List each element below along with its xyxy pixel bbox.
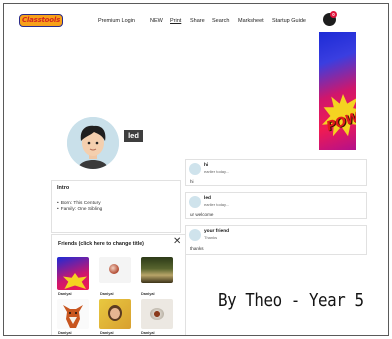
post-avatar: [189, 229, 201, 241]
profile-avatar[interactable]: [67, 117, 119, 169]
post-avatar: [189, 196, 201, 208]
nav-new[interactable]: NEW: [150, 18, 163, 24]
post-body: hi: [190, 179, 194, 184]
intro-list: Born: This Century Family: One Sibling: [57, 201, 103, 213]
nav-premium-login[interactable]: Premium Login: [98, 18, 135, 24]
profile-name: led: [124, 130, 143, 142]
avatar-illustration: [67, 117, 119, 169]
post-card[interactable]: led earlier today... ur welcome: [185, 192, 367, 219]
friend-photo-lollipop[interactable]: [99, 257, 131, 283]
post-time: earlier today...: [204, 202, 230, 207]
post-avatar: [189, 163, 201, 175]
top-navigation: Classtools Premium Login NEW Print Share…: [4, 4, 388, 28]
friend-photo-fox[interactable]: [57, 299, 89, 329]
friend-name[interactable]: Daniyal: [58, 331, 72, 335]
caption: By Theo - Year 5: [218, 290, 364, 311]
friend-photo-portrait[interactable]: [99, 299, 131, 329]
notification-badge: 0: [330, 11, 337, 18]
friends-title[interactable]: Friends (click here to change title): [58, 241, 144, 247]
friend-photo-bowl[interactable]: [141, 299, 173, 329]
friend-photo-forest[interactable]: [141, 257, 173, 283]
post-author[interactable]: your friend: [204, 229, 229, 234]
post-card[interactable]: hi earlier today... hi: [185, 159, 367, 186]
nav-print[interactable]: Print: [170, 18, 181, 24]
nav-share[interactable]: Share: [190, 18, 205, 24]
post-author[interactable]: hi: [204, 163, 208, 168]
intro-card: Intro Born: This Century Family: One Sib…: [51, 180, 181, 233]
post-body: thanks: [190, 246, 204, 251]
nav-startup-guide[interactable]: Startup Guide: [272, 18, 306, 24]
post-time: Thanks: [204, 235, 218, 240]
post-time: earlier today...: [204, 169, 230, 174]
close-icon[interactable]: ✕: [173, 236, 181, 248]
screenshot-frame: Classtools Premium Login NEW Print Share…: [3, 3, 389, 336]
post-body: ur welcome: [190, 212, 214, 217]
post-card[interactable]: your friend Thanks thanks: [185, 225, 367, 255]
fox-image: [63, 305, 83, 328]
friend-name[interactable]: Daniyal: [141, 292, 155, 296]
friend-name[interactable]: Daniyal: [100, 292, 114, 296]
nav-marksheet[interactable]: Marksheet: [238, 18, 264, 24]
intro-title: Intro: [57, 185, 70, 191]
classtools-logo[interactable]: Classtools: [19, 14, 63, 27]
friend-name[interactable]: Daniyal: [141, 331, 155, 335]
post-author[interactable]: led: [204, 196, 211, 201]
friend-name[interactable]: Daniyal: [58, 292, 72, 296]
comic-banner: POW!: [319, 32, 356, 150]
nav-search[interactable]: Search: [212, 18, 229, 24]
friends-card: Friends (click here to change title) ✕ D…: [51, 234, 186, 335]
intro-item: Family: One Sibling: [57, 207, 103, 213]
friend-photo-comic[interactable]: [57, 257, 89, 290]
friend-name[interactable]: Daniyal: [100, 331, 114, 335]
